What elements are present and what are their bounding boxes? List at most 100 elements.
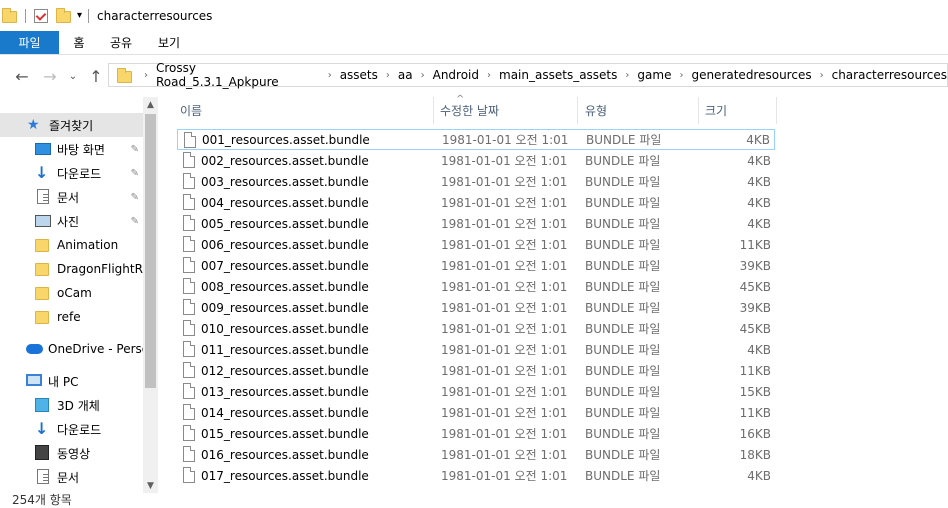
file-type: BUNDLE 파일 <box>585 238 661 252</box>
file-row[interactable]: 009_resources.asset.bundle 1981-01-01 오전 … <box>177 297 775 318</box>
breadcrumb-item[interactable]: generatedresources <box>691 68 811 82</box>
folder-icon <box>35 263 49 276</box>
up-button[interactable]: ↑ <box>85 65 107 87</box>
tab-share[interactable]: 공유 <box>99 31 143 54</box>
tab-file[interactable]: 파일 <box>0 31 59 54</box>
chevron-right-icon[interactable]: › <box>820 70 824 81</box>
file-row[interactable]: 014_resources.asset.bundle 1981-01-01 오전 … <box>177 402 775 423</box>
file-row[interactable]: 017_resources.asset.bundle 1981-01-01 오전 … <box>177 465 775 486</box>
file-row[interactable]: 013_resources.asset.bundle 1981-01-01 오전 … <box>177 381 775 402</box>
column-divider[interactable] <box>776 97 777 124</box>
chevron-right-icon[interactable]: › <box>625 70 629 81</box>
sidebar-item-desktop[interactable]: 바탕 화면 ✎ <box>0 137 143 161</box>
column-divider[interactable] <box>577 97 578 124</box>
sidebar-item-dragonflightres[interactable]: DragonFlightRes <box>0 257 143 281</box>
scroll-down-icon[interactable]: ▼ <box>143 478 158 493</box>
file-row[interactable]: 005_resources.asset.bundle 1981-01-01 오전 … <box>177 213 775 234</box>
recent-locations-button[interactable]: ⌄ <box>62 65 84 87</box>
file-row[interactable]: 012_resources.asset.bundle 1981-01-01 오전 … <box>177 360 775 381</box>
address-bar[interactable]: › Crossy Road_5.3.1_Apkpure › assets › a… <box>108 61 948 89</box>
breadcrumb-item[interactable]: main_assets_assets <box>499 68 617 82</box>
file-icon <box>183 320 195 336</box>
file-name: 001_resources.asset.bundle <box>202 132 370 147</box>
chevron-right-icon[interactable]: › <box>144 70 148 81</box>
sidebar-item-pc-documents[interactable]: 문서 <box>0 465 143 489</box>
file-name: 014_resources.asset.bundle <box>201 405 369 420</box>
file-row[interactable]: 010_resources.asset.bundle 1981-01-01 오전 … <box>177 318 775 339</box>
file-row[interactable]: 008_resources.asset.bundle 1981-01-01 오전 … <box>177 276 775 297</box>
new-folder-icon[interactable] <box>56 8 71 23</box>
scroll-up-icon[interactable]: ▲ <box>143 97 158 112</box>
file-icon <box>183 383 195 399</box>
file-size: 16KB <box>739 426 771 441</box>
file-icon <box>183 152 195 168</box>
breadcrumb-item[interactable]: Android <box>433 68 479 82</box>
file-icon <box>183 404 195 420</box>
sidebar-item-label: OneDrive - Persor <box>48 342 143 356</box>
chevron-right-icon[interactable]: › <box>679 70 683 81</box>
file-date: 1981-01-01 오전 1:01 <box>441 427 568 441</box>
file-type: BUNDLE 파일 <box>585 154 661 168</box>
chevron-right-icon[interactable]: › <box>421 70 425 81</box>
sidebar-item-ocam[interactable]: oCam <box>0 281 143 305</box>
file-row[interactable]: 001_resources.asset.bundle 1981-01-01 오전 … <box>177 129 775 150</box>
tab-view[interactable]: 보기 <box>143 31 195 54</box>
file-icon <box>183 278 195 294</box>
file-row[interactable]: 007_resources.asset.bundle 1981-01-01 오전 … <box>177 255 775 276</box>
sidebar-item-refe[interactable]: refe <box>0 305 143 329</box>
sidebar-item-label: 동영상 <box>57 446 91 461</box>
file-row[interactable]: 003_resources.asset.bundle 1981-01-01 오전 … <box>177 171 775 192</box>
file-type: BUNDLE 파일 <box>585 343 661 357</box>
file-row[interactable]: 016_resources.asset.bundle 1981-01-01 오전 … <box>177 444 775 465</box>
scrollbar-thumb[interactable] <box>145 114 156 388</box>
file-row[interactable]: 004_resources.asset.bundle 1981-01-01 오전 … <box>177 192 775 213</box>
column-header-date[interactable]: 수정한 날짜 <box>434 97 576 124</box>
file-type: BUNDLE 파일 <box>585 217 661 231</box>
forward-button[interactable]: → <box>39 65 61 87</box>
sidebar-scrollbar[interactable]: ▲ ▼ <box>143 97 158 493</box>
breadcrumb-item[interactable]: Crossy Road_5.3.1_Apkpure <box>156 61 320 89</box>
column-header-name[interactable]: 이름 <box>174 97 432 124</box>
file-icon <box>183 194 195 210</box>
sidebar-item-pc-downloads[interactable]: ↓ 다운로드 <box>0 417 143 441</box>
file-row[interactable]: 011_resources.asset.bundle 1981-01-01 오전 … <box>177 339 775 360</box>
chevron-right-icon[interactable]: › <box>386 70 390 81</box>
file-type: BUNDLE 파일 <box>585 196 661 210</box>
sidebar-item-pictures[interactable]: 사진 ✎ <box>0 209 143 233</box>
file-type: BUNDLE 파일 <box>585 448 661 462</box>
back-button[interactable]: ← <box>11 65 33 87</box>
pin-icon: ✎ <box>130 167 139 179</box>
properties-icon[interactable] <box>34 8 48 23</box>
sidebar-item-quick-access[interactable]: ★ 즐겨찾기 <box>0 113 143 137</box>
tab-home[interactable]: 홈 <box>59 31 99 54</box>
sidebar-item-videos[interactable]: 동영상 <box>0 441 143 465</box>
sidebar-item-documents[interactable]: 문서 ✎ <box>0 185 143 209</box>
pin-icon: ✎ <box>130 215 139 227</box>
file-icon <box>183 215 195 231</box>
star-icon: ★ <box>27 117 40 133</box>
file-name: 003_resources.asset.bundle <box>201 174 369 189</box>
breadcrumb-item[interactable]: aa <box>398 68 413 82</box>
file-type: BUNDLE 파일 <box>585 469 661 483</box>
file-row[interactable]: 002_resources.asset.bundle 1981-01-01 오전 … <box>177 150 775 171</box>
chevron-right-icon[interactable]: › <box>328 70 332 81</box>
3d-objects-icon <box>35 398 49 412</box>
file-size: 18KB <box>739 447 771 462</box>
breadcrumb-item[interactable]: assets <box>340 68 378 82</box>
sidebar-item-label: 사진 <box>57 214 80 229</box>
file-row[interactable]: 006_resources.asset.bundle 1981-01-01 오전 … <box>177 234 775 255</box>
customize-toolbar-icon[interactable]: ▾ <box>77 10 82 21</box>
column-header-type[interactable]: 유형 <box>579 97 697 124</box>
breadcrumb-item[interactable]: characterresources <box>832 68 947 82</box>
column-header-size[interactable]: 크기 <box>699 97 775 124</box>
file-icon <box>183 299 195 315</box>
file-size: 4KB <box>747 468 771 483</box>
sidebar-item-this-pc[interactable]: 내 PC <box>0 369 143 393</box>
sidebar-item-downloads[interactable]: ↓ 다운로드 ✎ <box>0 161 143 185</box>
file-row[interactable]: 015_resources.asset.bundle 1981-01-01 오전 … <box>177 423 775 444</box>
sidebar-item-3d-objects[interactable]: 3D 개체 <box>0 393 143 417</box>
breadcrumb-item[interactable]: game <box>637 68 671 82</box>
chevron-right-icon[interactable]: › <box>487 70 491 81</box>
sidebar-item-animation[interactable]: Animation <box>0 233 143 257</box>
sidebar-item-onedrive[interactable]: OneDrive - Persor <box>0 337 143 361</box>
